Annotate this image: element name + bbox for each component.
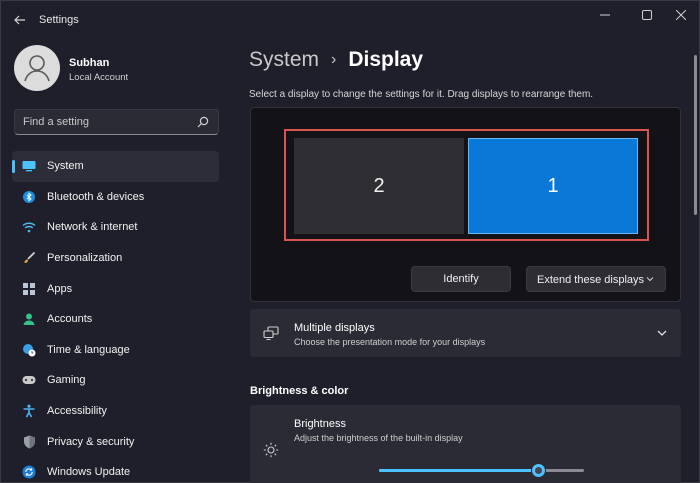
close-icon bbox=[676, 10, 686, 20]
sidebar-item-label: Bluetooth & devices bbox=[47, 190, 145, 203]
sidebar-item-accounts[interactable]: Accounts bbox=[12, 304, 219, 335]
sidebar-item-label: Gaming bbox=[47, 374, 86, 387]
sidebar-item-windows-update[interactable]: Windows Update bbox=[12, 457, 219, 483]
app-title: Settings bbox=[39, 14, 79, 26]
sidebar-item-label: Privacy & security bbox=[47, 435, 135, 448]
brightness-title: Brightness bbox=[294, 418, 346, 430]
minimize-icon bbox=[600, 14, 610, 16]
avatar[interactable] bbox=[14, 45, 60, 91]
breadcrumb-parent[interactable]: System bbox=[249, 48, 319, 72]
sidebar-item-label: Windows Update bbox=[47, 466, 131, 479]
maximize-icon bbox=[642, 10, 652, 20]
chevron-down-icon[interactable] bbox=[656, 327, 668, 339]
sidebar-item-privacy-security[interactable]: Privacy & security bbox=[12, 426, 219, 457]
globe-clock-icon bbox=[22, 343, 36, 357]
display-2-tile[interactable]: 2 bbox=[294, 138, 464, 234]
sidebar-item-label: Accounts bbox=[47, 313, 93, 326]
sidebar-item-gaming[interactable]: Gaming bbox=[12, 365, 219, 396]
multiple-displays-card[interactable]: Multiple displays Choose the presentatio… bbox=[250, 309, 681, 357]
sidebar-item-network[interactable]: Network & internet bbox=[12, 212, 219, 243]
minimize-button[interactable] bbox=[585, 5, 625, 25]
sidebar-item-label: Network & internet bbox=[47, 221, 138, 234]
search-box[interactable] bbox=[14, 109, 219, 135]
display-2-number: 2 bbox=[373, 174, 385, 197]
display-mode-dropdown[interactable]: Extend these displays bbox=[526, 266, 666, 292]
monitor-icon bbox=[22, 159, 36, 173]
person-avatar-icon bbox=[24, 55, 50, 82]
sun-icon bbox=[263, 442, 279, 458]
identify-button[interactable]: Identify bbox=[411, 266, 511, 292]
sidebar-item-system[interactable]: System bbox=[12, 151, 219, 182]
breadcrumb: System › Display bbox=[249, 46, 423, 74]
display-1-number: 1 bbox=[547, 174, 559, 197]
brightness-card: Brightness Adjust the brightness of the … bbox=[250, 405, 681, 483]
brush-icon bbox=[22, 251, 36, 265]
gamepad-icon bbox=[22, 373, 36, 387]
sidebar-item-time-language[interactable]: Time & language bbox=[12, 335, 219, 366]
title-bar: Settings bbox=[1, 1, 700, 39]
update-icon bbox=[22, 465, 36, 479]
back-button[interactable] bbox=[9, 10, 31, 30]
sidebar-nav: System Bluetooth & devices Network & int… bbox=[12, 151, 219, 483]
display-mode-value: Extend these displays bbox=[537, 274, 645, 286]
sidebar-item-label: Accessibility bbox=[47, 405, 107, 418]
brightness-slider-thumb[interactable] bbox=[532, 464, 546, 477]
person-icon bbox=[22, 312, 36, 326]
display-1-tile[interactable]: 1 bbox=[468, 138, 638, 234]
display-arrangement-panel: 2 1 Identify Extend these displays bbox=[250, 107, 681, 302]
breadcrumb-separator: › bbox=[331, 51, 337, 68]
page-title: Display bbox=[348, 48, 424, 71]
brightness-slider[interactable] bbox=[379, 464, 584, 477]
wifi-icon bbox=[22, 220, 36, 234]
account-type: Local Account bbox=[69, 72, 129, 83]
bluetooth-icon bbox=[22, 190, 36, 204]
sidebar-item-label: Apps bbox=[47, 282, 73, 295]
search-input[interactable] bbox=[23, 115, 193, 129]
multiple-displays-title: Multiple displays bbox=[294, 322, 375, 334]
sidebar-item-bluetooth[interactable]: Bluetooth & devices bbox=[12, 182, 219, 213]
user-name: Subhan bbox=[69, 57, 110, 69]
multiple-displays-subtitle: Choose the presentation mode for your di… bbox=[294, 337, 486, 347]
apps-icon bbox=[22, 282, 36, 296]
sidebar-item-label: System bbox=[47, 160, 84, 173]
shield-icon bbox=[22, 435, 36, 449]
multiple-displays-icon bbox=[263, 326, 279, 341]
display-highlight-box: 2 1 bbox=[284, 129, 649, 241]
sidebar-item-accessibility[interactable]: Accessibility bbox=[12, 396, 219, 427]
sidebar-item-label: Personalization bbox=[47, 252, 123, 265]
sidebar-item-personalization[interactable]: Personalization bbox=[12, 243, 219, 274]
chevron-down-icon bbox=[646, 277, 654, 282]
close-button[interactable] bbox=[661, 5, 700, 25]
scrollbar[interactable] bbox=[694, 55, 697, 215]
sidebar-item-apps[interactable]: Apps bbox=[12, 273, 219, 304]
search-icon[interactable] bbox=[196, 115, 210, 129]
brightness-color-heading: Brightness & color bbox=[250, 385, 349, 397]
brightness-subtitle: Adjust the brightness of the built-in di… bbox=[294, 433, 463, 443]
sidebar-item-label: Time & language bbox=[47, 343, 130, 356]
brightness-slider-fill bbox=[379, 469, 539, 472]
back-arrow-icon bbox=[14, 15, 25, 25]
accessibility-icon bbox=[22, 404, 36, 418]
display-description: Select a display to change the settings … bbox=[249, 89, 594, 100]
